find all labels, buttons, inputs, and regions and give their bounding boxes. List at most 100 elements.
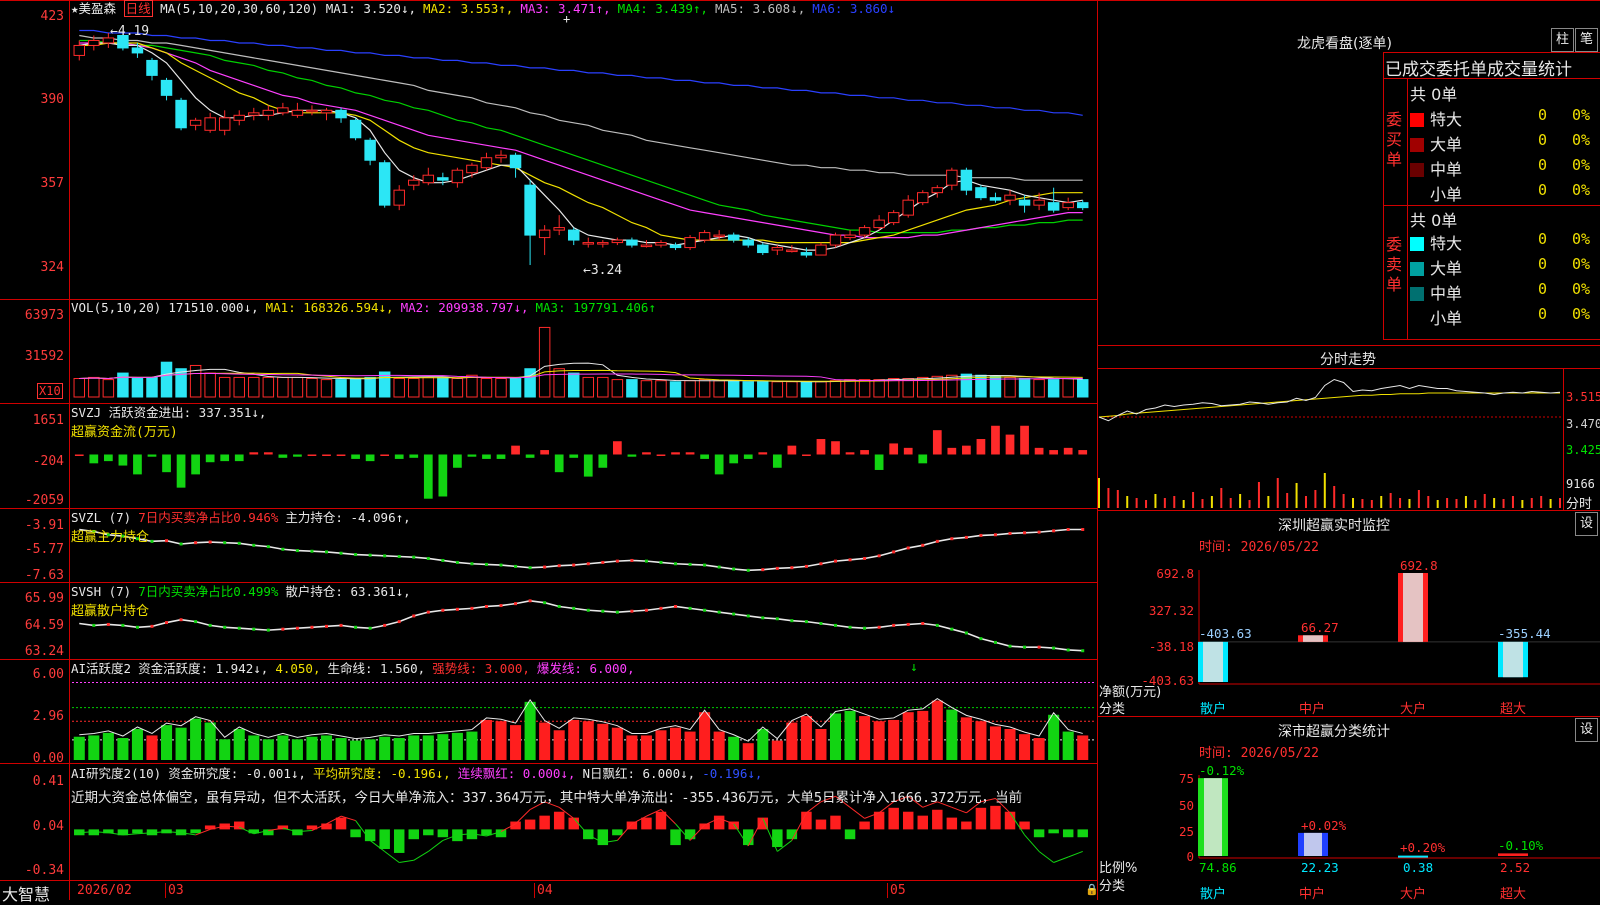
intraday-vol-bar [1182, 500, 1185, 508]
main-holding-line-dot [354, 553, 358, 557]
candle-body [291, 109, 304, 116]
candle-body [858, 227, 871, 236]
volume-bar [509, 378, 522, 398]
activity-bar [510, 725, 522, 760]
flow-bar [1034, 447, 1044, 455]
activity-bar [393, 738, 405, 760]
flow-bar [772, 454, 782, 468]
activity-bar [626, 735, 638, 760]
volume-bar [727, 380, 740, 398]
volume-bar [204, 372, 216, 398]
volume-bar [553, 368, 565, 398]
main-holding-line-dot [674, 562, 678, 566]
intraday-vol-bar [1455, 499, 1458, 508]
ma-line-5 [79, 34, 1083, 181]
y-tick-main: 390 [40, 92, 64, 107]
intraday-vol-bar [1201, 499, 1204, 508]
main-holding-line-dot [964, 535, 968, 539]
activity-bar [233, 728, 245, 760]
research-bar [917, 815, 928, 830]
research-bar [495, 829, 507, 838]
order-row: 特大 [1410, 106, 1462, 130]
main-holding-line-dot [644, 559, 648, 563]
volume-bar [495, 378, 507, 398]
main-holding-line-dot [252, 543, 256, 547]
avg-research-line [951, 806, 967, 814]
retail-holding-line-dot [703, 608, 707, 612]
candle-body [422, 174, 435, 184]
volume-bar [742, 381, 754, 398]
candle-body [786, 249, 798, 253]
main-holding-line-dot [281, 547, 285, 551]
sz-monitor-time: 时间: 2026/05/22 [1199, 540, 1319, 555]
avg-research-line [1053, 856, 1069, 863]
flow-bar [133, 454, 142, 475]
main-holding-line-dot [208, 540, 212, 544]
y-tick-svzj: 1651 [32, 413, 64, 428]
tick-mode-button[interactable]: 笔 [1575, 28, 1598, 52]
main-holding-line [79, 528, 1083, 572]
main-holding-line-dot [383, 554, 387, 558]
stock-name[interactable]: 美盈森 [79, 1, 117, 16]
retail-holding-line-dot [717, 610, 721, 614]
candle-body [1004, 194, 1016, 201]
chart-canvas[interactable] [0, 0, 1600, 900]
intraday-vol-bar [1464, 496, 1467, 508]
sz-class-settings-button[interactable]: 设 [1575, 718, 1598, 742]
main-holding-line-dot [179, 542, 183, 546]
ai2-value: AI研究度2(10) [71, 766, 162, 781]
svzj-value: SVZJ 活跃资金进出: 337.351↓, [71, 405, 267, 420]
order-count: 0 [1538, 280, 1548, 298]
retail-holding-line-dot [194, 620, 198, 624]
order-name: 小单 [1430, 185, 1463, 204]
retail-holding-line-dot [252, 627, 256, 631]
flow-bar [627, 454, 637, 457]
flow-bar [612, 441, 622, 455]
favorite-star-icon[interactable]: ★ [71, 1, 79, 16]
candle-body [175, 99, 187, 129]
flow-bar [743, 454, 753, 459]
sz-monitor-settings-button[interactable]: 设 [1575, 512, 1598, 536]
retail-holding-line-dot [950, 627, 954, 631]
lock-icon[interactable]: 🔒 [1085, 883, 1099, 896]
candle-body [669, 244, 682, 249]
research-bar [815, 819, 827, 830]
svzl-header: SVZL (7) 7日内买卖净占比0.946% 主力持仓: -4.096↑, [71, 511, 418, 525]
svsh-value: 7日内买卖净占比0.499% [138, 584, 279, 599]
main-holding-line-dot [906, 546, 910, 550]
main-holding-line-dot [863, 556, 867, 560]
candle-body [538, 229, 551, 239]
ai1-value: AI活跃度2 [71, 661, 132, 676]
flow-bar [947, 447, 957, 455]
crosshair-icon: + [563, 12, 571, 26]
order-color-swatch [1410, 138, 1424, 152]
sz-class-y-tick: 75 [1178, 771, 1194, 786]
volume-bar [640, 380, 653, 398]
buy-total: 共 0单 [1410, 85, 1458, 104]
bar-mode-button[interactable]: 柱 [1551, 28, 1574, 52]
research-bar [684, 829, 696, 840]
y-tick-svzl: -3.91 [24, 518, 64, 533]
intraday-vol-bar [1229, 498, 1232, 508]
activity-bar [364, 739, 376, 760]
research-bar [350, 829, 361, 838]
retail-holding-line-dot [412, 614, 416, 618]
period-label[interactable]: 日线 [123, 0, 153, 17]
activity-bar [815, 728, 827, 760]
volume-bar [597, 376, 609, 398]
volume-bar [408, 378, 420, 398]
sz-class-change: -0.10% [1498, 838, 1544, 853]
activity-bar [422, 735, 434, 760]
retail-holding-line-dot [906, 622, 910, 626]
order-color-swatch [1410, 312, 1424, 326]
main-holding-line-dot [310, 549, 314, 553]
ai2-value: -0.196↓, [702, 766, 763, 781]
activity-bar [190, 718, 202, 760]
activity-bar [582, 721, 594, 760]
intraday-price-line [1098, 378, 1561, 422]
retail-holding-line-dot [746, 614, 750, 618]
candle-body [655, 242, 667, 246]
volume-bar [480, 378, 493, 398]
main-holding-line-dot [877, 554, 881, 558]
candle-body [1062, 202, 1074, 209]
